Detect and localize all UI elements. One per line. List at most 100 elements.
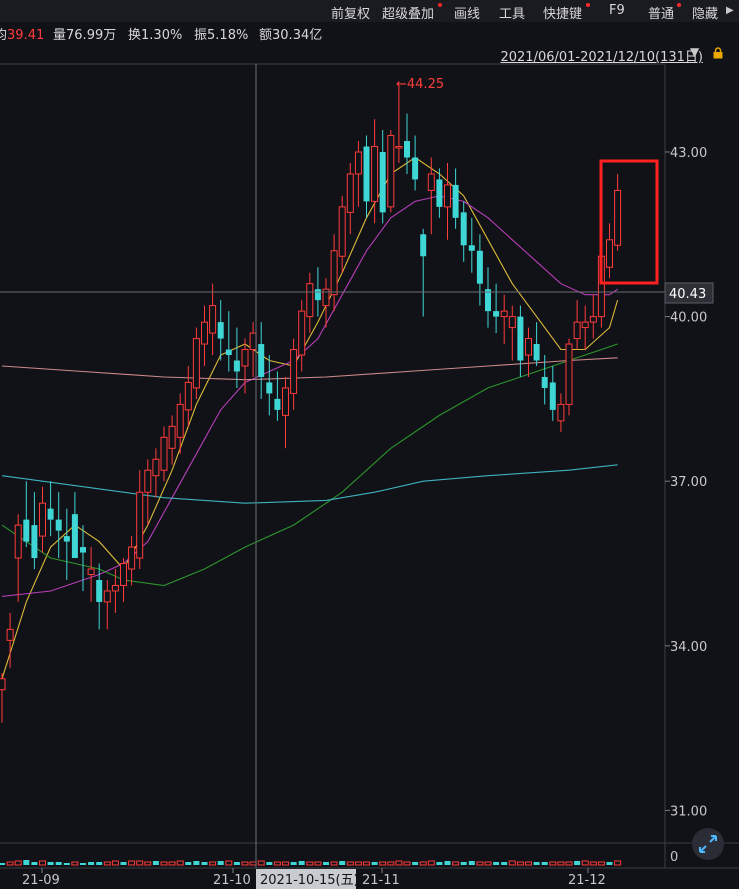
- candle-body: [168, 425, 176, 449]
- lock-icon[interactable]: [712, 47, 724, 59]
- candle: [533, 322, 540, 366]
- ma250-line: [1, 464, 618, 504]
- volume-bar: [508, 860, 516, 866]
- volume-bar: [395, 860, 403, 866]
- candle: [168, 415, 176, 465]
- candle: [420, 228, 427, 317]
- candle: [258, 322, 265, 399]
- volume-bar: [88, 862, 95, 865]
- candle-body: [444, 184, 451, 208]
- volume-info: 量76.99万: [53, 28, 117, 43]
- candle: [160, 426, 168, 482]
- volume-bar: [201, 862, 208, 865]
- volume-bar: [63, 863, 70, 865]
- candle-body: [517, 316, 524, 361]
- expand-button[interactable]: [692, 828, 724, 860]
- candle-body: [614, 189, 622, 246]
- candle: [266, 355, 273, 416]
- y-tick-label: 31.00: [670, 804, 707, 819]
- volume-bar: [266, 862, 273, 865]
- toolbar-item-fuquan[interactable]: 前复权: [331, 3, 370, 22]
- volume-bar: [209, 861, 217, 866]
- candle: [500, 294, 508, 345]
- volume-bar: [233, 862, 240, 865]
- candle: [290, 338, 298, 410]
- candle: [589, 294, 597, 339]
- candle-body: [420, 234, 427, 257]
- candle-body: [241, 349, 249, 367]
- volume-bar: [549, 861, 557, 866]
- expand-arrows-icon: [699, 835, 717, 853]
- y-tick-label: 34.00: [670, 640, 707, 655]
- candles: [0, 86, 622, 723]
- candle: [581, 305, 589, 350]
- volume-bar: [371, 862, 378, 865]
- toolbar-item-normal[interactable]: 普通: [648, 3, 674, 22]
- date-range-selector[interactable]: 2021/06/01-2021/12/10(131日): [500, 46, 703, 65]
- candle: [573, 300, 581, 350]
- toolbar-item-shortcuts[interactable]: 快捷键: [543, 3, 582, 22]
- candle-body: [63, 536, 70, 542]
- volume-bar: [597, 861, 605, 866]
- volume-bar: [128, 860, 136, 866]
- volume-bar: [306, 861, 314, 866]
- candle-body: [557, 403, 565, 422]
- volume-bar: [144, 861, 152, 866]
- candle-body: [128, 546, 136, 570]
- candle-body: [298, 310, 306, 356]
- candle-body: [452, 184, 459, 218]
- toolbar-item-f9[interactable]: F9: [609, 3, 625, 18]
- candle-body: [152, 458, 160, 477]
- volume-bar: [31, 862, 38, 865]
- candle: [136, 470, 144, 570]
- volume-bar: [176, 860, 184, 866]
- candle-body: [371, 146, 379, 202]
- ma60-line: [1, 343, 618, 587]
- candle-body: [71, 514, 78, 559]
- candle-body: [314, 289, 321, 301]
- candle-body: [136, 491, 144, 559]
- volume-bar: [23, 860, 30, 865]
- overlays: 40.43 2021-10-15(五) ←44.25: [0, 64, 714, 889]
- candle-body: [184, 381, 192, 411]
- candle: [354, 141, 362, 207]
- volume-bar: [589, 861, 597, 866]
- ma20-line: [1, 195, 618, 597]
- volume-bar: [363, 861, 370, 866]
- candle-body: [192, 338, 200, 389]
- toolbar-item-draw[interactable]: 画线: [454, 3, 480, 22]
- candle-body: [201, 321, 208, 345]
- candle-body: [412, 157, 419, 180]
- candle-body: [160, 436, 168, 471]
- candle: [557, 393, 565, 432]
- chevron-right-icon: ▶: [726, 5, 734, 16]
- toolbar-item-tools[interactable]: 工具: [499, 3, 525, 22]
- toolbar-item-hide[interactable]: 隐藏: [692, 3, 718, 22]
- volume-bar: [273, 861, 281, 866]
- toolbar-item-overlay[interactable]: 超级叠加: [382, 3, 434, 22]
- candle-body: [233, 360, 240, 372]
- candlestick-chart[interactable]: 43.00 40.00 37.00 34.00 31.00 0 21-09 21-10 21-1…: [0, 0, 739, 889]
- dropdown-triangle-icon[interactable]: ▼: [690, 45, 699, 59]
- candle: [379, 130, 386, 224]
- candle-body: [468, 245, 475, 251]
- candle-body: [541, 376, 548, 388]
- candle: [606, 223, 613, 279]
- candle: [39, 486, 46, 553]
- volume-bar: [533, 862, 540, 865]
- candle: [144, 459, 152, 526]
- x-tick-label: 21-12: [568, 873, 606, 888]
- candle-body: [47, 508, 54, 520]
- x-tick-label: 21-09: [22, 873, 60, 888]
- candle: [87, 547, 95, 602]
- candle-body: [330, 250, 338, 296]
- candle-body: [573, 321, 581, 340]
- volume-bar: [581, 860, 589, 866]
- volume-bar: [80, 863, 86, 865]
- candle: [176, 393, 184, 454]
- candle-body: [306, 283, 314, 318]
- volume-bar: [614, 860, 622, 866]
- candle: [120, 558, 127, 602]
- volume-bar: [314, 861, 322, 866]
- candle-body: [500, 310, 508, 318]
